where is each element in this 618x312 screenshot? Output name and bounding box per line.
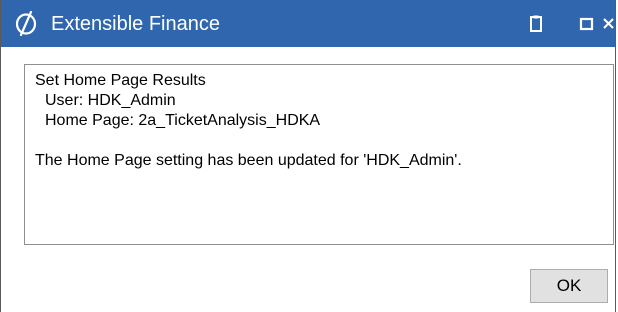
dialog-titlebar[interactable]: Extensible Finance bbox=[1, 0, 615, 47]
results-message: The Home Page setting has been updated f… bbox=[35, 152, 462, 169]
results-text-area[interactable]: Set Home Page Results User: HDK_Admin Ho… bbox=[24, 64, 614, 245]
extensible-finance-dialog: Extensible Finance Set Home Page Results… bbox=[0, 0, 616, 312]
maximize-icon[interactable] bbox=[576, 13, 598, 35]
dialog-title: Extensible Finance bbox=[51, 13, 220, 35]
clipboard-icon[interactable] bbox=[525, 13, 547, 35]
ok-button[interactable]: OK bbox=[530, 269, 608, 303]
results-heading: Set Home Page Results bbox=[35, 72, 206, 89]
results-user-line: User: HDK_Admin bbox=[45, 92, 176, 109]
app-logo-icon bbox=[15, 10, 37, 36]
results-home-page-line: Home Page: 2a_TicketAnalysis_HDKA bbox=[45, 112, 321, 129]
close-icon[interactable] bbox=[599, 13, 618, 35]
